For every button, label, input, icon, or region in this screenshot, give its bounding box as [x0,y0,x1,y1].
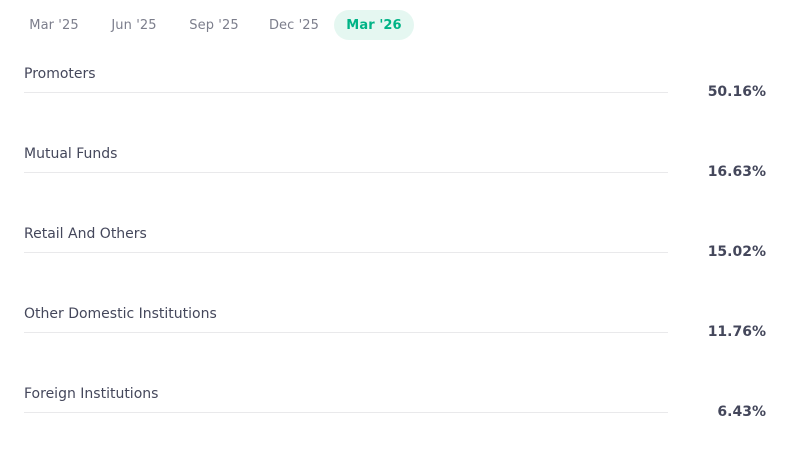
holding-row-retail-and-others: Retail And Others 15.02% [0,224,795,304]
holding-label: Mutual Funds [24,146,118,162]
holding-row-promoters: Promoters 50.16% [0,64,795,144]
holding-label: Promoters [24,66,96,82]
holding-label: Other Domestic Institutions [24,306,217,322]
holding-row-foreign-institutions: Foreign Institutions 6.43% [0,384,795,464]
tab-dec-25[interactable]: Dec '25 [254,10,334,40]
period-tabs: Mar '25 Jun '25 Sep '25 Dec '25 Mar '26 [14,10,414,40]
holding-divider [24,172,668,173]
holding-row-mutual-funds: Mutual Funds 16.63% [0,144,795,224]
holding-divider [24,252,668,253]
holding-value: 50.16% [707,84,766,100]
holding-value: 16.63% [707,164,766,180]
holding-value: 6.43% [717,404,766,420]
tab-mar-26[interactable]: Mar '26 [334,10,414,40]
tab-mar-25[interactable]: Mar '25 [14,10,94,40]
holding-divider [24,332,668,333]
holding-divider [24,92,668,93]
holding-value: 11.76% [707,324,766,340]
holding-row-other-domestic-institutions: Other Domestic Institutions 11.76% [0,304,795,384]
holding-value: 15.02% [707,244,766,260]
holding-divider [24,412,668,413]
holding-label: Retail And Others [24,226,147,242]
tab-sep-25[interactable]: Sep '25 [174,10,254,40]
holding-label: Foreign Institutions [24,386,159,402]
tab-jun-25[interactable]: Jun '25 [94,10,174,40]
